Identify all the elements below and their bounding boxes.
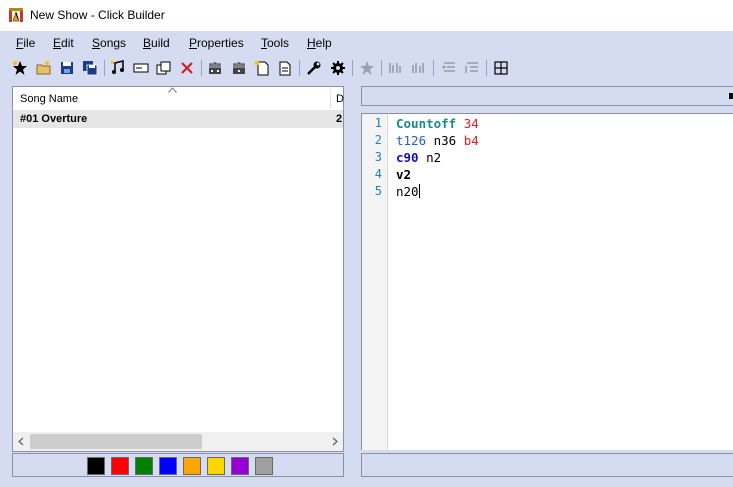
color-swatch-gray[interactable] [255, 457, 273, 475]
code-token: Countoff [396, 116, 457, 131]
song-d-cell: 2 [336, 113, 343, 125]
horizontal-scrollbar[interactable] [13, 432, 343, 451]
column-header-d[interactable]: D [336, 93, 344, 105]
color-swatch-red[interactable] [111, 457, 129, 475]
new-doc-icon[interactable] [253, 59, 271, 77]
menu-properties[interactable]: Properties [189, 36, 244, 50]
track-b-icon[interactable] [410, 59, 428, 77]
delete-icon[interactable] [178, 59, 196, 77]
toolbar-separator [381, 60, 382, 76]
grid-icon[interactable] [492, 59, 510, 77]
properties-doc-icon[interactable] [276, 59, 294, 77]
line-number: 5 [374, 184, 382, 198]
menu-edit[interactable]: Edit [53, 36, 74, 50]
color-swatch-purple[interactable] [231, 457, 249, 475]
code-editor[interactable]: 1 2 3 4 5 Countoff 34 t126 n36 b4 c90 n2… [361, 113, 733, 450]
track-a-icon[interactable] [387, 59, 405, 77]
menu-tools[interactable]: Tools [261, 36, 289, 50]
line-number-gutter: 1 2 3 4 5 [362, 114, 388, 450]
color-swatch-bar [12, 453, 344, 477]
code-line[interactable]: c90 n2 [396, 150, 441, 165]
toolbar-separator [201, 60, 202, 76]
menu-file[interactable]: File [16, 36, 35, 50]
toolbar [0, 55, 733, 82]
color-swatch-blue[interactable] [159, 457, 177, 475]
code-token: b4 [463, 133, 479, 148]
title-bar: New Show - Click Builder [0, 0, 733, 31]
gear-icon[interactable] [329, 59, 347, 77]
wrench-icon[interactable] [305, 59, 323, 77]
editor-header-bar [361, 86, 733, 106]
code-line[interactable]: v2 [396, 167, 411, 182]
column-divider[interactable] [330, 89, 331, 109]
code-token: 34 [463, 116, 479, 131]
list-a-icon[interactable] [440, 59, 458, 77]
color-swatch-black[interactable] [87, 457, 105, 475]
favorite-star-icon[interactable] [358, 59, 376, 77]
code-token: n36 [426, 133, 464, 148]
header-marker [729, 93, 733, 99]
column-header-song-name[interactable]: Song Name [20, 93, 78, 105]
color-swatch-yellow[interactable] [207, 457, 225, 475]
scroll-right-icon[interactable] [330, 436, 339, 447]
build-icon[interactable] [206, 59, 224, 77]
toolbar-separator [104, 60, 105, 76]
list-item[interactable]: #01 Overture 2 [13, 111, 343, 128]
toolbar-separator [299, 60, 300, 76]
editor-status-bar [361, 453, 733, 477]
scroll-left-icon[interactable] [17, 436, 26, 447]
code-line[interactable]: n20 [396, 184, 420, 199]
toolbar-separator [486, 60, 487, 76]
toolbar-separator [352, 60, 353, 76]
code-line[interactable]: t126 n36 b4 [396, 133, 479, 148]
build-all-icon[interactable] [230, 59, 248, 77]
add-song-icon[interactable] [109, 59, 127, 77]
menu-bar: File Edit Songs Build Properties Tools H… [0, 31, 733, 55]
line-number: 3 [374, 150, 382, 164]
line-number: 1 [374, 116, 382, 130]
open-folder-icon[interactable] [35, 59, 53, 77]
color-swatch-orange[interactable] [183, 457, 201, 475]
click-builder-app-icon [9, 8, 23, 22]
window-title: New Show - Click Builder [30, 8, 165, 22]
menu-help[interactable]: Help [307, 36, 332, 50]
menu-build[interactable]: Build [143, 36, 170, 50]
code-token: n2 [418, 150, 442, 165]
line-number: 4 [374, 167, 382, 181]
menu-songs[interactable]: Songs [92, 36, 126, 50]
scrollbar-thumb[interactable] [30, 434, 202, 449]
color-swatch-green[interactable] [135, 457, 153, 475]
code-token: v2 [396, 167, 412, 182]
list-b-icon[interactable] [463, 59, 481, 77]
save-icon[interactable] [58, 59, 76, 77]
song-list[interactable]: Song Name D #01 Overture 2 [12, 86, 344, 452]
save-all-icon[interactable] [81, 59, 99, 77]
code-line[interactable]: Countoff 34 [396, 116, 479, 131]
text-caret [418, 184, 420, 198]
line-number: 2 [374, 133, 382, 147]
code-token: t126 [396, 133, 427, 148]
code-token: c90 [396, 150, 419, 165]
toolbar-separator [433, 60, 434, 76]
song-name-cell: #01 Overture [20, 113, 88, 125]
sort-ascending-icon [168, 87, 177, 93]
code-token: n20 [396, 184, 419, 199]
new-show-star-icon[interactable] [11, 59, 29, 77]
duplicate-icon[interactable] [155, 59, 173, 77]
rename-icon[interactable] [132, 59, 150, 77]
song-list-header: Song Name D [13, 87, 344, 111]
